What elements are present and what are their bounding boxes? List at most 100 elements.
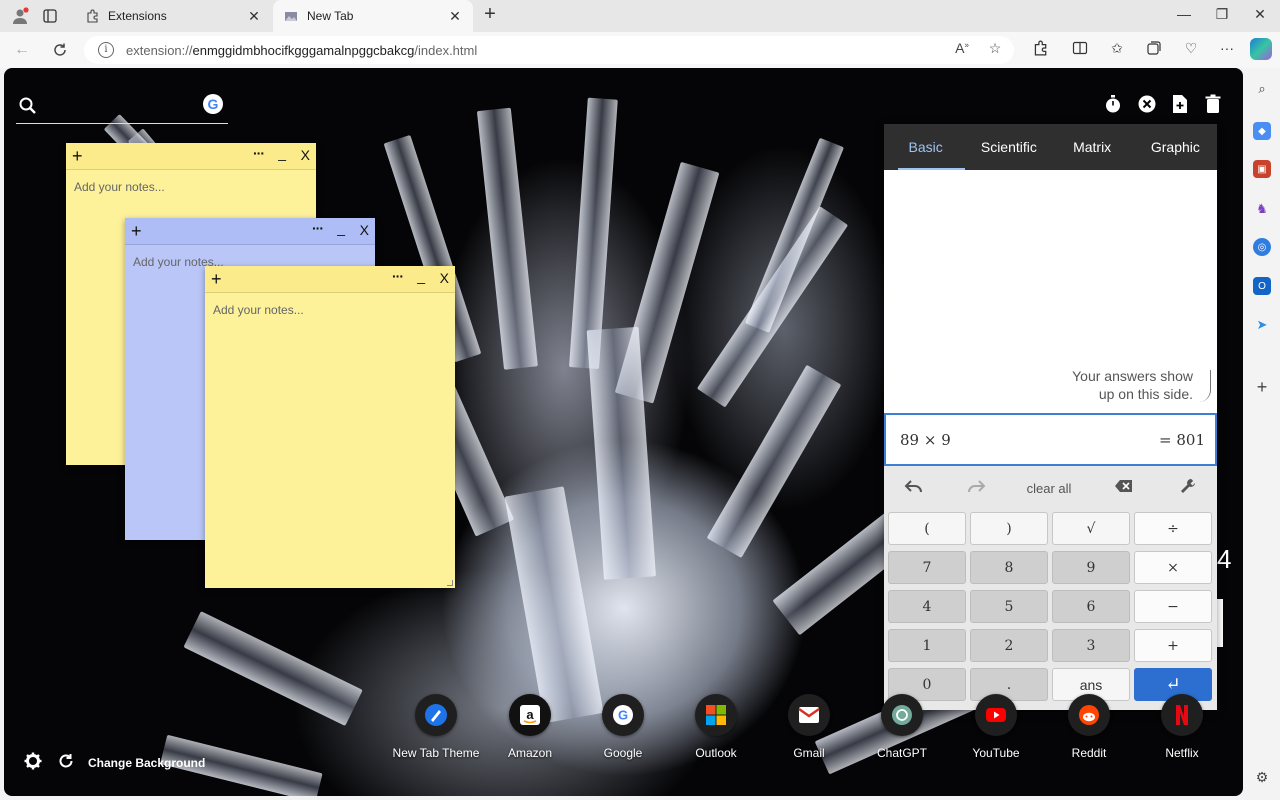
tools-icon[interactable]: ▣: [1253, 160, 1271, 178]
key-sqrt[interactable]: √: [1052, 512, 1130, 545]
key-divide[interactable]: ÷: [1134, 512, 1212, 545]
refresh-icon[interactable]: [48, 38, 72, 62]
site-info-icon[interactable]: i: [98, 42, 114, 58]
drop-icon[interactable]: ➤: [1253, 316, 1271, 334]
add-sidebar-app-icon[interactable]: +: [1253, 377, 1271, 397]
search-bar[interactable]: [16, 90, 228, 124]
note-header[interactable]: + ··· _ X: [125, 218, 375, 245]
note-text-area[interactable]: Add your notes...: [66, 170, 316, 204]
refresh-background-icon[interactable]: [58, 753, 74, 774]
settings-gear-icon[interactable]: [24, 752, 42, 775]
redo-icon[interactable]: [964, 478, 988, 500]
search-icon[interactable]: ⌕: [1253, 80, 1271, 98]
shortcut-outlook[interactable]: Outlook: [671, 694, 761, 760]
browser-essentials-icon[interactable]: ♡: [1180, 40, 1202, 62]
key-close-paren[interactable]: ): [970, 512, 1048, 545]
tab-scientific[interactable]: Scientific: [967, 124, 1050, 170]
shortcut-google[interactable]: G Google: [578, 694, 668, 760]
shortcut-amazon[interactable]: a Amazon: [485, 694, 575, 760]
tab-new-tab[interactable]: New Tab ✕: [273, 0, 473, 32]
favorites-icon[interactable]: ✩: [1106, 40, 1128, 62]
note-close-button[interactable]: X: [360, 222, 369, 238]
key-8[interactable]: 8: [970, 551, 1048, 584]
key-4[interactable]: 4: [888, 590, 966, 623]
key-open-paren[interactable]: (: [888, 512, 966, 545]
key-2[interactable]: 2: [970, 629, 1048, 662]
back-icon[interactable]: ←: [10, 38, 34, 62]
key-plus[interactable]: +: [1134, 629, 1212, 662]
new-tab-button[interactable]: +: [480, 4, 500, 26]
shortcut-gmail[interactable]: Gmail: [764, 694, 854, 760]
more-menu-icon[interactable]: ···: [1216, 40, 1238, 62]
restore-window-icon[interactable]: ❐: [1210, 6, 1234, 26]
shortcut-chatgpt[interactable]: ChatGPT: [857, 694, 947, 760]
extensions-icon[interactable]: [1029, 40, 1051, 62]
note-minimize-button[interactable]: _: [417, 268, 425, 284]
tab-graphic[interactable]: Graphic: [1134, 124, 1217, 170]
expression-text: 89 × 9: [900, 430, 951, 449]
key-5[interactable]: 5: [970, 590, 1048, 623]
browser-toolbar: ← i extension://enmggidmbhocifkgggamalnp…: [0, 32, 1280, 68]
change-background-button[interactable]: Change Background: [88, 756, 205, 770]
shopping-icon[interactable]: ◆: [1253, 122, 1271, 140]
note-close-button[interactable]: X: [440, 270, 449, 286]
note-header[interactable]: + ··· _ X: [66, 143, 316, 170]
backspace-icon[interactable]: [1112, 478, 1136, 500]
clear-all-button[interactable]: clear all: [1014, 478, 1084, 500]
address-bar[interactable]: i extension://enmggidmbhocifkgggamalnpgg…: [84, 36, 1014, 64]
note-more-button[interactable]: ···: [312, 220, 324, 236]
note-minimize-button[interactable]: _: [278, 145, 286, 161]
close-icon[interactable]: ✕: [246, 8, 262, 25]
trash-icon[interactable]: [1201, 92, 1225, 116]
google-search-engine-icon[interactable]: G: [203, 94, 223, 114]
outlook-sidebar-icon[interactable]: O: [1253, 277, 1271, 295]
tab-basic[interactable]: Basic: [884, 124, 967, 170]
copilot-icon[interactable]: [1250, 38, 1272, 60]
tab-extensions[interactable]: Extensions ✕: [74, 0, 272, 32]
undo-icon[interactable]: [902, 478, 926, 500]
note-close-button[interactable]: X: [301, 147, 310, 163]
note-more-button[interactable]: ···: [253, 145, 265, 161]
key-1[interactable]: 1: [888, 629, 966, 662]
minimize-window-icon[interactable]: —: [1172, 6, 1196, 26]
note-more-button[interactable]: ···: [392, 268, 404, 284]
key-6[interactable]: 6: [1052, 590, 1130, 623]
answer-hint-line1: Your answers show: [1072, 368, 1193, 384]
note-resize-handle[interactable]: [447, 580, 453, 586]
key-multiply[interactable]: ×: [1134, 551, 1212, 584]
read-aloud-icon[interactable]: A»: [952, 40, 972, 60]
close-icon[interactable]: ✕: [447, 8, 463, 25]
shortcut-youtube[interactable]: YouTube: [951, 694, 1041, 760]
games-icon[interactable]: ♞: [1253, 200, 1271, 218]
note-header[interactable]: + ··· _ X: [205, 266, 455, 293]
split-screen-icon[interactable]: [1069, 40, 1091, 62]
favorite-star-icon[interactable]: ☆: [985, 40, 1005, 60]
sticky-note[interactable]: + ··· _ X Add your notes...: [205, 266, 455, 588]
add-note-icon[interactable]: [1168, 92, 1192, 116]
tab-matrix[interactable]: Matrix: [1051, 124, 1134, 170]
shortcut-netflix[interactable]: Netflix: [1137, 694, 1227, 760]
collections-icon[interactable]: [1143, 40, 1165, 62]
close-widgets-icon[interactable]: [1135, 92, 1159, 116]
search-icon[interactable]: [18, 96, 38, 116]
note-minimize-button[interactable]: _: [337, 220, 345, 236]
shortcut-new-tab-theme[interactable]: New Tab Theme: [391, 694, 481, 760]
tab-title: Extensions: [108, 9, 167, 23]
sidebar-settings-icon[interactable]: ⚙: [1253, 768, 1271, 786]
close-window-icon[interactable]: ✕: [1248, 6, 1272, 26]
expression-input[interactable]: 89 × 9 = 801: [884, 413, 1217, 466]
key-7[interactable]: 7: [888, 551, 966, 584]
key-3[interactable]: 3: [1052, 629, 1130, 662]
microsoft-365-icon[interactable]: ◎: [1253, 238, 1271, 256]
profile-icon[interactable]: [8, 5, 32, 27]
shortcut-reddit[interactable]: Reddit: [1044, 694, 1134, 760]
note-add-button[interactable]: +: [72, 146, 83, 166]
settings-wrench-icon[interactable]: [1176, 478, 1200, 500]
note-text-area[interactable]: Add your notes...: [205, 293, 455, 327]
timer-icon[interactable]: [1101, 92, 1125, 116]
key-9[interactable]: 9: [1052, 551, 1130, 584]
note-add-button[interactable]: +: [131, 221, 142, 241]
tab-actions-icon[interactable]: [38, 5, 62, 27]
note-add-button[interactable]: +: [211, 269, 222, 289]
key-minus[interactable]: −: [1134, 590, 1212, 623]
